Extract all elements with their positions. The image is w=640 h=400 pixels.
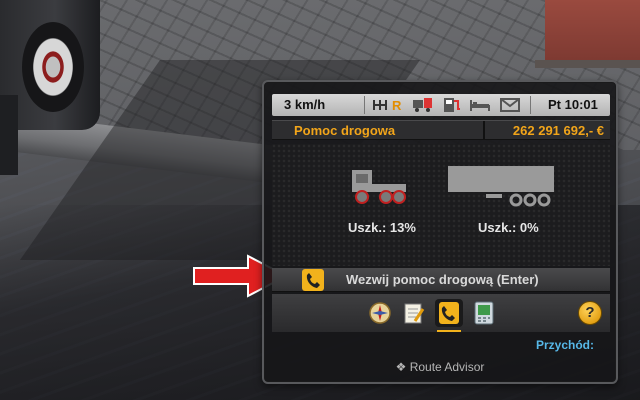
speed-readout: 3 km/h: [284, 97, 326, 112]
divider: [483, 121, 485, 140]
phone-icon: [302, 269, 324, 291]
tab-notes[interactable]: [400, 299, 428, 327]
brick-pillar: [535, 0, 640, 68]
phone-tab-icon: [439, 302, 459, 324]
call-roadside-assistance-button[interactable]: Wezwij pomoc drogową (Enter): [272, 268, 610, 292]
diamond-icon: ❖: [395, 360, 407, 374]
divider: [364, 96, 365, 114]
compass-tab-icon: [369, 302, 391, 324]
truck-step: [0, 95, 18, 175]
truck-damage-value: Uszk.: 13%: [348, 220, 416, 235]
route-advisor-panel: 3 km/h R Pt 10:01 Pomoc drogowa 262 291 …: [262, 80, 618, 384]
tab-device[interactable]: [470, 299, 498, 327]
tab-navigation[interactable]: [366, 299, 394, 327]
route-advisor-footer: ❖ Route Advisor: [264, 360, 616, 374]
bed-icon: [470, 97, 490, 113]
money-balance: 262 291 692,- €: [512, 123, 604, 138]
footer-label: Route Advisor: [409, 360, 485, 374]
mail-icon: [500, 97, 520, 113]
truck-damage-icon: [352, 170, 406, 204]
gear-indicator: R: [392, 97, 402, 113]
panel-title: Pomoc drogowa: [294, 123, 396, 138]
help-button[interactable]: ?: [578, 301, 602, 325]
call-button-label: Wezwij pomoc drogową (Enter): [346, 272, 539, 287]
notepad-tab-icon: [404, 303, 425, 324]
trailer-damage-icon: [448, 166, 554, 207]
truck-wheel: [22, 22, 84, 112]
game-clock: Pt 10:01: [548, 97, 598, 112]
divider: [530, 96, 531, 114]
gear-shift-icon: R: [372, 97, 401, 113]
fuel-truck-icon: [412, 97, 436, 113]
damage-panel: Uszk.: 13% Uszk.: 0%: [272, 144, 610, 266]
status-bar: 3 km/h R Pt 10:01: [272, 94, 610, 116]
panel-header: Pomoc drogowa 262 291 692,- €: [272, 120, 610, 140]
income-label: Przychód:: [536, 338, 595, 352]
active-tab-indicator: [437, 330, 461, 332]
trailer-damage-value: Uszk.: 0%: [478, 220, 539, 235]
device-tab-icon: [474, 301, 494, 325]
advisor-tabs: ?: [272, 294, 610, 332]
fuel-pump-icon: [442, 97, 462, 113]
tab-assistance[interactable]: [435, 299, 463, 332]
